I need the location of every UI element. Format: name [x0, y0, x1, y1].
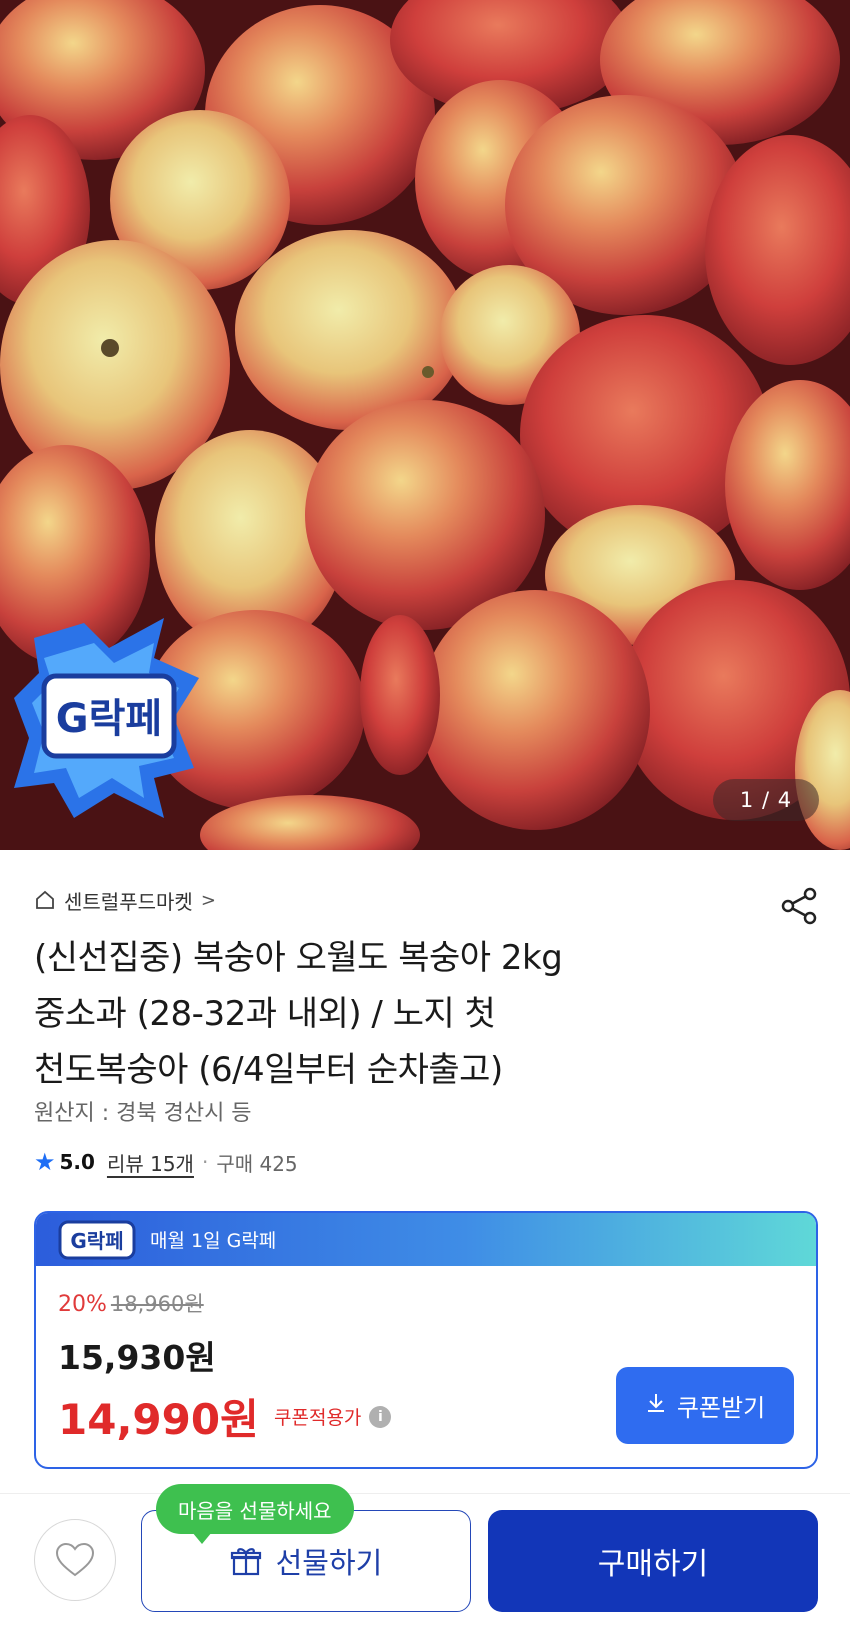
home-icon	[34, 889, 56, 911]
svg-text:G락페: G락페	[70, 1229, 123, 1253]
discount-row: 20% 18,960원	[58, 1288, 204, 1318]
coupon-price-label: 쿠폰적용가 i	[274, 1403, 392, 1430]
product-title: (신선집중) 복숭아 오월도 복숭아 2kg 중소과 (28-32과 내외) /…	[34, 930, 754, 1098]
banner-text: 매월 1일 G락페	[150, 1230, 277, 1252]
glakpe-mini-badge-icon: G락페	[58, 1220, 136, 1259]
image-page-indicator: 1 / 4	[713, 779, 819, 821]
separator-dot: ·	[201, 1150, 209, 1174]
download-icon	[645, 1392, 667, 1420]
original-price: 18,960원	[110, 1292, 204, 1316]
buy-button[interactable]: 구매하기	[488, 1510, 818, 1612]
info-icon[interactable]: i	[369, 1405, 392, 1428]
title-line: 중소과 (28-32과 내외) / 노지 첫	[34, 994, 496, 1034]
share-button[interactable]	[779, 886, 819, 926]
get-coupon-button[interactable]: 쿠폰받기	[616, 1367, 794, 1444]
seller-link[interactable]: 센트럴푸드마켓 >	[34, 885, 216, 915]
share-icon	[781, 887, 817, 925]
rating-score: 5.0	[59, 1150, 95, 1174]
star-icon: ★	[34, 1148, 56, 1176]
rating-row: ★ 5.0 리뷰 15개 · 구매 425	[34, 1147, 298, 1177]
purchase-count: 구매 425	[216, 1151, 298, 1176]
sale-price: 15,930원	[58, 1338, 216, 1377]
title-line: 천도복숭아 (6/4일부터 순차출고)	[34, 1050, 503, 1090]
gift-tooltip: 마음을 선물하세요	[156, 1484, 354, 1544]
wishlist-button[interactable]	[34, 1519, 116, 1601]
seller-name: 센트럴푸드마켓	[64, 889, 193, 914]
coupon-label-text: 쿠폰적용가	[274, 1407, 362, 1429]
glakpe-banner: G락페 매월 1일 G락페	[36, 1213, 816, 1266]
gift-button-label: 선물하기	[275, 1546, 383, 1580]
gift-icon	[230, 1548, 261, 1576]
chevron-right-icon: >	[200, 889, 216, 911]
reviews-link[interactable]: 리뷰 15개	[107, 1148, 194, 1177]
title-line: (신선집중) 복숭아 오월도 복숭아 2kg	[34, 938, 563, 978]
product-image-gallery[interactable]: G락페 1 / 4	[0, 0, 850, 850]
bottom-divider	[0, 1493, 850, 1494]
coupon-button-label: 쿠폰받기	[676, 1394, 766, 1422]
origin-info: 원산지 : 경북 경산시 등	[34, 1101, 252, 1126]
svg-text:G락페: G락페	[56, 696, 162, 742]
price-card: G락페 매월 1일 G락페 20% 18,960원 15,930원 14,990…	[34, 1211, 818, 1469]
coupon-price: 14,990원	[58, 1395, 259, 1444]
glakpe-event-badge: G락페	[14, 618, 204, 820]
heart-icon	[55, 1542, 95, 1577]
discount-rate: 20%	[58, 1292, 107, 1317]
